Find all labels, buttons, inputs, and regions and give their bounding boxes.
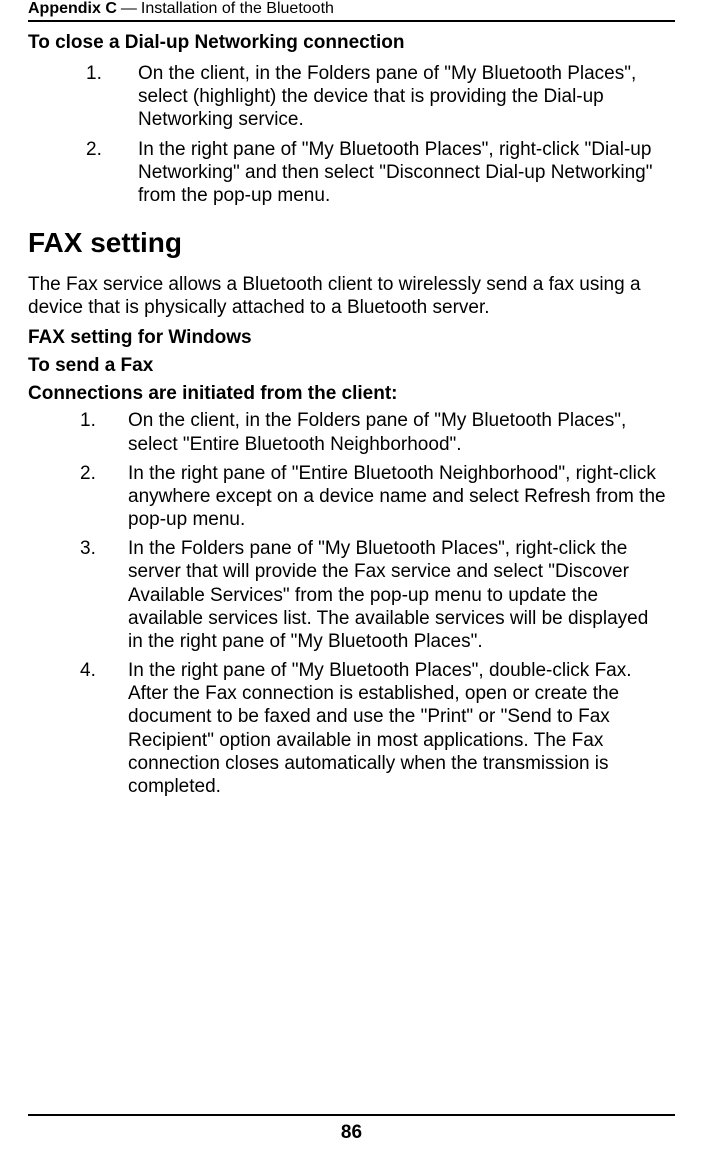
header-separator: — <box>121 0 137 18</box>
list-item: 1. On the client, in the Folders pane of… <box>28 409 675 455</box>
header-appendix: Appendix C <box>28 0 117 18</box>
page-number: 86 <box>341 1122 362 1143</box>
list-item: 2. In the right pane of "My Bluetooth Pl… <box>28 138 675 208</box>
page-header: Appendix C — Installation of the Bluetoo… <box>28 0 675 22</box>
list-text: In the right pane of "Entire Bluetooth N… <box>128 462 675 532</box>
list-item: 2. In the right pane of "Entire Bluetoot… <box>28 462 675 532</box>
list-number: 3. <box>28 537 128 653</box>
list-number: 4. <box>28 659 128 798</box>
list-close-dialup: 1. On the client, in the Folders pane of… <box>28 62 675 207</box>
section-title-close-dialup: To close a Dial-up Networking connection <box>28 32 675 54</box>
subheading-fax-windows: FAX setting for Windows <box>28 327 675 349</box>
list-item: 4. In the right pane of "My Bluetooth Pl… <box>28 659 675 798</box>
header-title: Installation of the Bluetooth <box>141 0 334 18</box>
list-number: 1. <box>28 62 138 132</box>
subheading-connections-client: Connections are initiated from the clien… <box>28 383 675 405</box>
list-text: In the right pane of "My Bluetooth Place… <box>138 138 675 208</box>
list-number: 1. <box>28 409 128 455</box>
page-footer: 86 <box>28 1114 675 1144</box>
list-number: 2. <box>28 462 128 532</box>
list-text: In the right pane of "My Bluetooth Place… <box>128 659 675 798</box>
list-text: On the client, in the Folders pane of "M… <box>128 409 675 455</box>
list-number: 2. <box>28 138 138 208</box>
list-item: 1. On the client, in the Folders pane of… <box>28 62 675 132</box>
list-text: On the client, in the Folders pane of "M… <box>138 62 675 132</box>
list-text: In the Folders pane of "My Bluetooth Pla… <box>128 537 675 653</box>
list-send-fax: 1. On the client, in the Folders pane of… <box>28 409 675 798</box>
paragraph-fax-intro: The Fax service allows a Bluetooth clien… <box>28 273 675 319</box>
heading-fax-setting: FAX setting <box>28 227 675 259</box>
list-item: 3. In the Folders pane of "My Bluetooth … <box>28 537 675 653</box>
subheading-send-fax: To send a Fax <box>28 355 675 377</box>
